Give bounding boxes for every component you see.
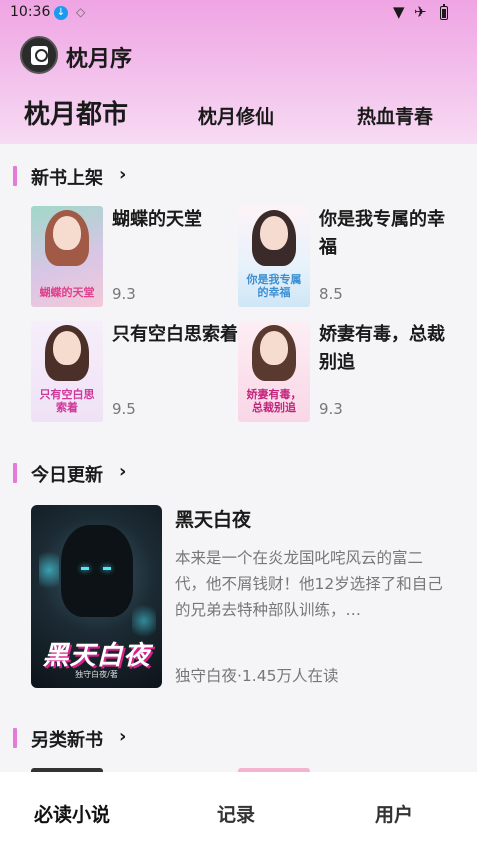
- book-meta: 独守白夜·1.45万人在读: [175, 667, 339, 685]
- nav-label: 记录: [217, 804, 256, 826]
- book-cover: 只有空白思索着: [31, 321, 103, 422]
- section-title: 新书上架: [31, 168, 103, 189]
- cover-title: 娇妻有毒，总裁别追: [246, 388, 302, 414]
- section-accent-bar: [13, 463, 17, 483]
- status-bar: 10:36 ↓ ◇ ▼ ✈: [0, 0, 477, 26]
- app-logo[interactable]: [20, 36, 58, 74]
- nav-label: 用户: [375, 804, 414, 826]
- nav-label: 必读小说: [34, 804, 111, 826]
- tab-label: 枕月修仙: [198, 106, 275, 128]
- nav-user[interactable]: 用户: [375, 800, 413, 827]
- book-score: 9.3: [319, 400, 343, 418]
- download-icon: ↓: [54, 6, 68, 20]
- cover-title: 黑天白夜: [42, 641, 151, 671]
- chevron-right-icon: ›: [119, 726, 127, 747]
- book-card[interactable]: 蝴蝶的天堂 蝴蝶的天堂 9.3: [31, 206, 241, 310]
- tab-zhenyue-xiuxian[interactable]: 枕月修仙: [198, 102, 274, 129]
- chevron-right-icon: ›: [119, 164, 127, 185]
- cube-icon: ◇: [76, 5, 86, 19]
- cover-title: 只有空白思索着: [39, 388, 95, 414]
- top-tabs: 枕月都市 枕月修仙 热血青春: [0, 92, 477, 136]
- section-header-new-books[interactable]: 新书上架 ›: [13, 164, 143, 189]
- book-title: 黑天白夜: [175, 509, 252, 531]
- book-score: 8.5: [319, 285, 343, 303]
- tab-label: 热血青春: [357, 106, 434, 128]
- app-title: 枕月序: [66, 47, 133, 72]
- book-title: 娇妻有毒，总裁别追: [319, 324, 445, 373]
- section-title: 今日更新: [31, 465, 103, 486]
- section-title: 另类新书: [31, 730, 103, 751]
- book-card[interactable]: 你是我专属的幸福 你是我专属的幸福 8.5: [238, 206, 448, 310]
- status-time: 10:36: [10, 4, 51, 20]
- book-score: 9.5: [112, 400, 136, 418]
- book-cover: 你是我专属的幸福: [238, 206, 310, 307]
- nav-records[interactable]: 记录: [217, 800, 255, 827]
- cover-author: 独守白夜/著: [75, 670, 118, 679]
- book-description: 本来是一个在炎龙国叱咤风云的富二代，他不屑钱财！他12岁选择了和自己的兄弟去特种…: [175, 549, 443, 619]
- section-header-today-update[interactable]: 今日更新 ›: [13, 461, 143, 486]
- nav-must-read[interactable]: 必读小说: [34, 800, 116, 827]
- airplane-icon: ✈: [414, 3, 427, 21]
- book-title: 蝴蝶的天堂: [112, 209, 202, 230]
- section-header-other-new[interactable]: 另类新书 ›: [13, 726, 143, 751]
- bottom-nav: 必读小说 记录 用户: [0, 772, 477, 848]
- tab-rexue-qingchun[interactable]: 热血青春: [357, 102, 433, 129]
- book-cover: 黑天白夜 独守白夜/著: [31, 505, 162, 688]
- book-title: 只有空白思索着: [112, 324, 238, 345]
- book-score: 9.3: [112, 285, 136, 303]
- book-card[interactable]: 只有空白思索着 只有空白思索着 9.5: [31, 321, 241, 425]
- tab-zhenyue-dushi[interactable]: 枕月都市: [24, 94, 128, 131]
- book-title: 你是我专属的幸福: [319, 209, 445, 258]
- chevron-right-icon: ›: [119, 461, 127, 482]
- book-cover: 娇妻有毒，总裁别追: [238, 321, 310, 422]
- battery-icon: [440, 4, 448, 20]
- cover-title: 蝴蝶的天堂: [39, 286, 95, 299]
- tab-label: 枕月都市: [24, 100, 129, 130]
- book-card[interactable]: 娇妻有毒，总裁别追 娇妻有毒，总裁别追 9.3: [238, 321, 448, 425]
- featured-book-card[interactable]: 黑天白夜 独守白夜/著 黑天白夜 本来是一个在炎龙国叱咤风云的富二代，他不屑钱财…: [31, 505, 451, 688]
- cover-title: 你是我专属的幸福: [246, 273, 302, 299]
- section-accent-bar: [13, 728, 17, 748]
- book-cover: 蝴蝶的天堂: [31, 206, 103, 307]
- section-accent-bar: [13, 166, 17, 186]
- wifi-icon: ▼: [393, 3, 405, 21]
